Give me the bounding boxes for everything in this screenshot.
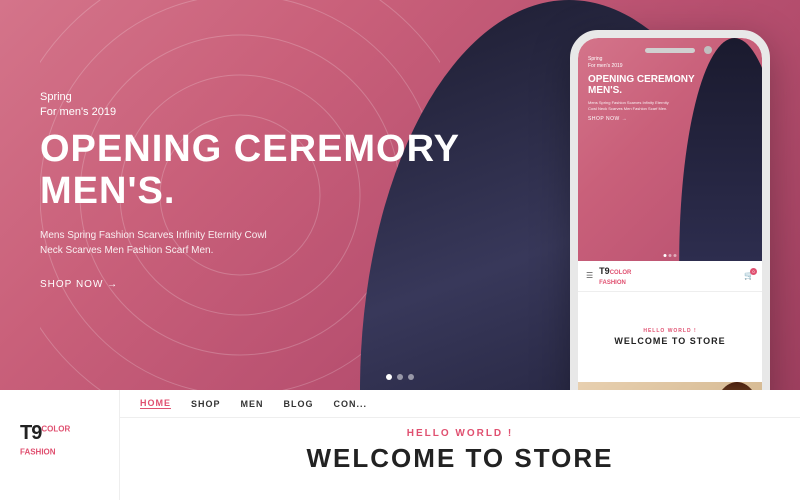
phone-navbar: ☰ T9COLORFASHION 🛒 0 [578, 261, 762, 292]
phone-logo-sub: COLORFASHION [599, 270, 631, 286]
hero-section: Spring For men's 2019 OPENING CEREMORY M… [0, 0, 800, 390]
hello-world-label: HELLO WORLD ! [407, 428, 514, 439]
nav-blog[interactable]: BLOG [284, 399, 314, 409]
phone-title: OPENING CEREMONY MEN'S. [588, 74, 695, 96]
logo-area: T9COLORFASHION [0, 390, 120, 500]
nav-home[interactable]: HOME [140, 398, 171, 409]
phone-bottom-section: ☰ T9COLORFASHION 🛒 0 HELLO WORLD ! WELCO… [578, 261, 762, 390]
phone-welcome-title: WELCOME TO STORE [614, 336, 725, 346]
slider-dots [386, 374, 414, 380]
bottom-right: HOME SHOP MEN BLOG CON... HELLO WORLD ! … [120, 390, 800, 484]
cart-badge: 0 [750, 268, 757, 275]
logo-text: T9COLORFASHION [20, 422, 70, 468]
phone-screen: Spring For men's 2019 OPENING CEREMONY M… [578, 38, 762, 390]
dot-1[interactable] [386, 374, 392, 380]
hero-content: Spring For men's 2019 OPENING CEREMORY M… [40, 90, 460, 292]
phone-speaker [645, 48, 695, 53]
welcome-title: WELCOME TO STORE [307, 443, 614, 474]
dot-3[interactable] [408, 374, 414, 380]
phone-subtitle: Spring For men's 2019 [588, 56, 695, 70]
logo-color-label: COLORFASHION [20, 424, 70, 456]
welcome-section: HELLO WORLD ! WELCOME TO STORE [120, 418, 800, 484]
phone-cta[interactable]: SHOP NOW → [588, 116, 695, 122]
phone-welcome-section: HELLO WORLD ! WELCOME TO STORE [578, 292, 762, 382]
phone-description: Mens Spring Fashion Scarves Infinity Ete… [588, 100, 673, 111]
hero-subtitle: Spring For men's 2019 [40, 90, 460, 121]
phone-product-person [712, 382, 762, 390]
main-nav: HOME SHOP MEN BLOG CON... [120, 390, 800, 418]
hamburger-icon[interactable]: ☰ [586, 271, 593, 280]
dot-2[interactable] [397, 374, 403, 380]
phone-hero-content: Spring For men's 2019 OPENING CEREMONY M… [588, 56, 695, 122]
phone-slider-dots [664, 254, 677, 257]
hero-description: Mens Spring Fashion Scarves Infinity Ete… [40, 228, 290, 258]
hero-title: OPENING CEREMORY MEN'S. [40, 129, 460, 213]
phone-hello-label: HELLO WORLD ! [643, 328, 696, 334]
phone-dot-1[interactable] [664, 254, 667, 257]
phone-product-preview: Featured [578, 382, 762, 390]
phone-cart-icon[interactable]: 🛒 0 [744, 271, 754, 280]
nav-shop[interactable]: SHOP [191, 399, 221, 409]
phone-logo: T9COLORFASHION [599, 266, 631, 286]
nav-contact[interactable]: CON... [334, 399, 368, 409]
phone-dot-2[interactable] [669, 254, 672, 257]
phone-dot-3[interactable] [674, 254, 677, 257]
bottom-bar: T9COLORFASHION HOME SHOP MEN BLOG CON...… [0, 390, 800, 500]
phone-camera [704, 46, 712, 54]
nav-men[interactable]: MEN [241, 399, 264, 409]
shop-now-button[interactable]: SHOP NOW [40, 279, 118, 290]
phone-mockup: Spring For men's 2019 OPENING CEREMONY M… [570, 30, 770, 390]
phone-hero-section: Spring For men's 2019 OPENING CEREMONY M… [578, 38, 762, 261]
